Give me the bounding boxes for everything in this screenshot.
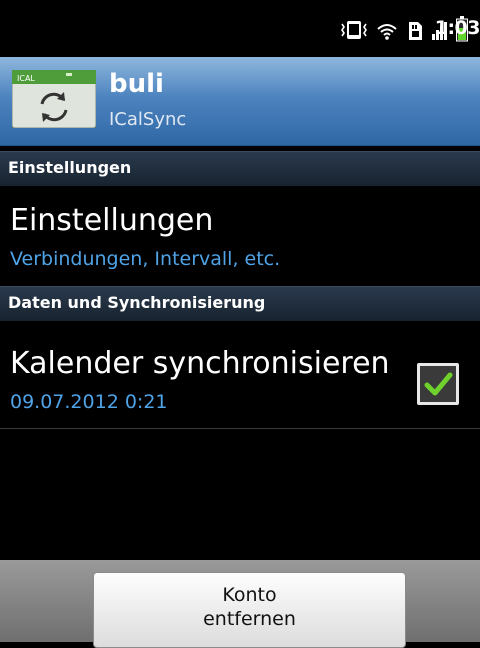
svg-text:ICAL: ICAL (17, 74, 35, 83)
section-header-label: Einstellungen (8, 158, 132, 177)
ical-sync-icon: ICAL (12, 70, 96, 128)
account-name: buli (109, 69, 164, 99)
divider (0, 428, 480, 429)
clock: 1:03 (434, 17, 480, 39)
last-sync-time: 09.07.2012 0:21 (10, 391, 168, 413)
section-header-settings: Einstellungen (0, 151, 480, 186)
bottom-bar: Konto entfernen (0, 560, 480, 648)
preference-settings[interactable]: Einstellungen Verbindungen, Intervall, e… (0, 187, 480, 285)
preference-title: Einstellungen (10, 203, 214, 238)
sync-checkbox[interactable] (416, 362, 460, 406)
status-bar: 1:03 (0, 0, 480, 57)
section-header-data-sync: Daten und Synchronisierung (0, 286, 480, 321)
account-type: ICalSync (109, 109, 187, 130)
remove-account-button[interactable]: Konto entfernen (93, 572, 406, 648)
sd-card-icon (409, 22, 422, 40)
title-bar: ICAL buli ICalSync (0, 57, 480, 146)
section-header-label: Daten und Synchronisierung (8, 293, 266, 312)
vibrate-icon (341, 21, 367, 39)
wifi-icon (377, 24, 397, 40)
preference-title: Kalender synchronisieren (10, 346, 390, 381)
preference-summary: Verbindungen, Intervall, etc. (10, 248, 281, 270)
preference-sync-calendar[interactable]: Kalender synchronisieren 09.07.2012 0:21 (0, 322, 480, 428)
